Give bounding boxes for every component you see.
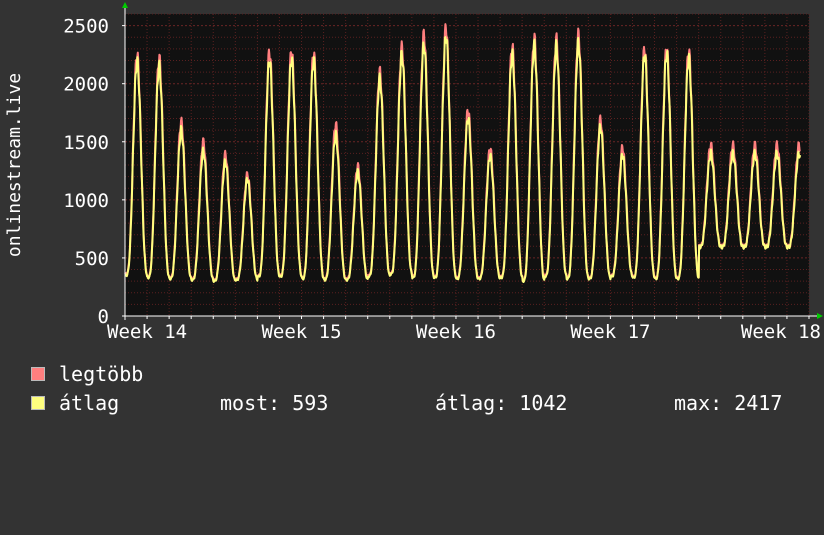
- x-axis-arrow: [817, 313, 823, 319]
- legend-label-max: legtöbb: [59, 362, 144, 386]
- y-axis-arrow: [122, 2, 128, 8]
- y-tick-label: 500: [75, 248, 109, 270]
- y-tick-label: 1500: [63, 132, 109, 154]
- y-tick-labels: 05001000150020002500: [63, 16, 109, 328]
- x-tick-label: Week 18: [741, 321, 821, 343]
- x-tick-label: Week 16: [416, 321, 496, 343]
- x-tick-labels: Week 14 Week 15 Week 16 Week 17 Week 18: [107, 321, 821, 343]
- legend-swatch-avg: [31, 396, 45, 410]
- legend-swatch-max: [31, 367, 45, 381]
- x-tick-label: Week 15: [261, 321, 341, 343]
- legend-row-avg: átlag most: 593 átlag: 1042 max: 2417: [0, 391, 824, 415]
- y-axis-label: onlinestream.live: [4, 73, 25, 257]
- legend-label-avg: átlag: [59, 391, 120, 415]
- stat-now: most: 593: [220, 391, 329, 415]
- legend-row-max: legtöbb: [0, 362, 824, 386]
- stat-average: átlag: 1042: [435, 391, 568, 415]
- stat-max: max: 2417: [674, 391, 783, 415]
- y-tick-label: 2000: [63, 74, 109, 96]
- y-tick-label: 2500: [63, 16, 109, 38]
- y-tick-label: 1000: [63, 190, 109, 212]
- x-tick-label: Week 17: [570, 321, 650, 343]
- x-tick-label: Week 14: [107, 321, 187, 343]
